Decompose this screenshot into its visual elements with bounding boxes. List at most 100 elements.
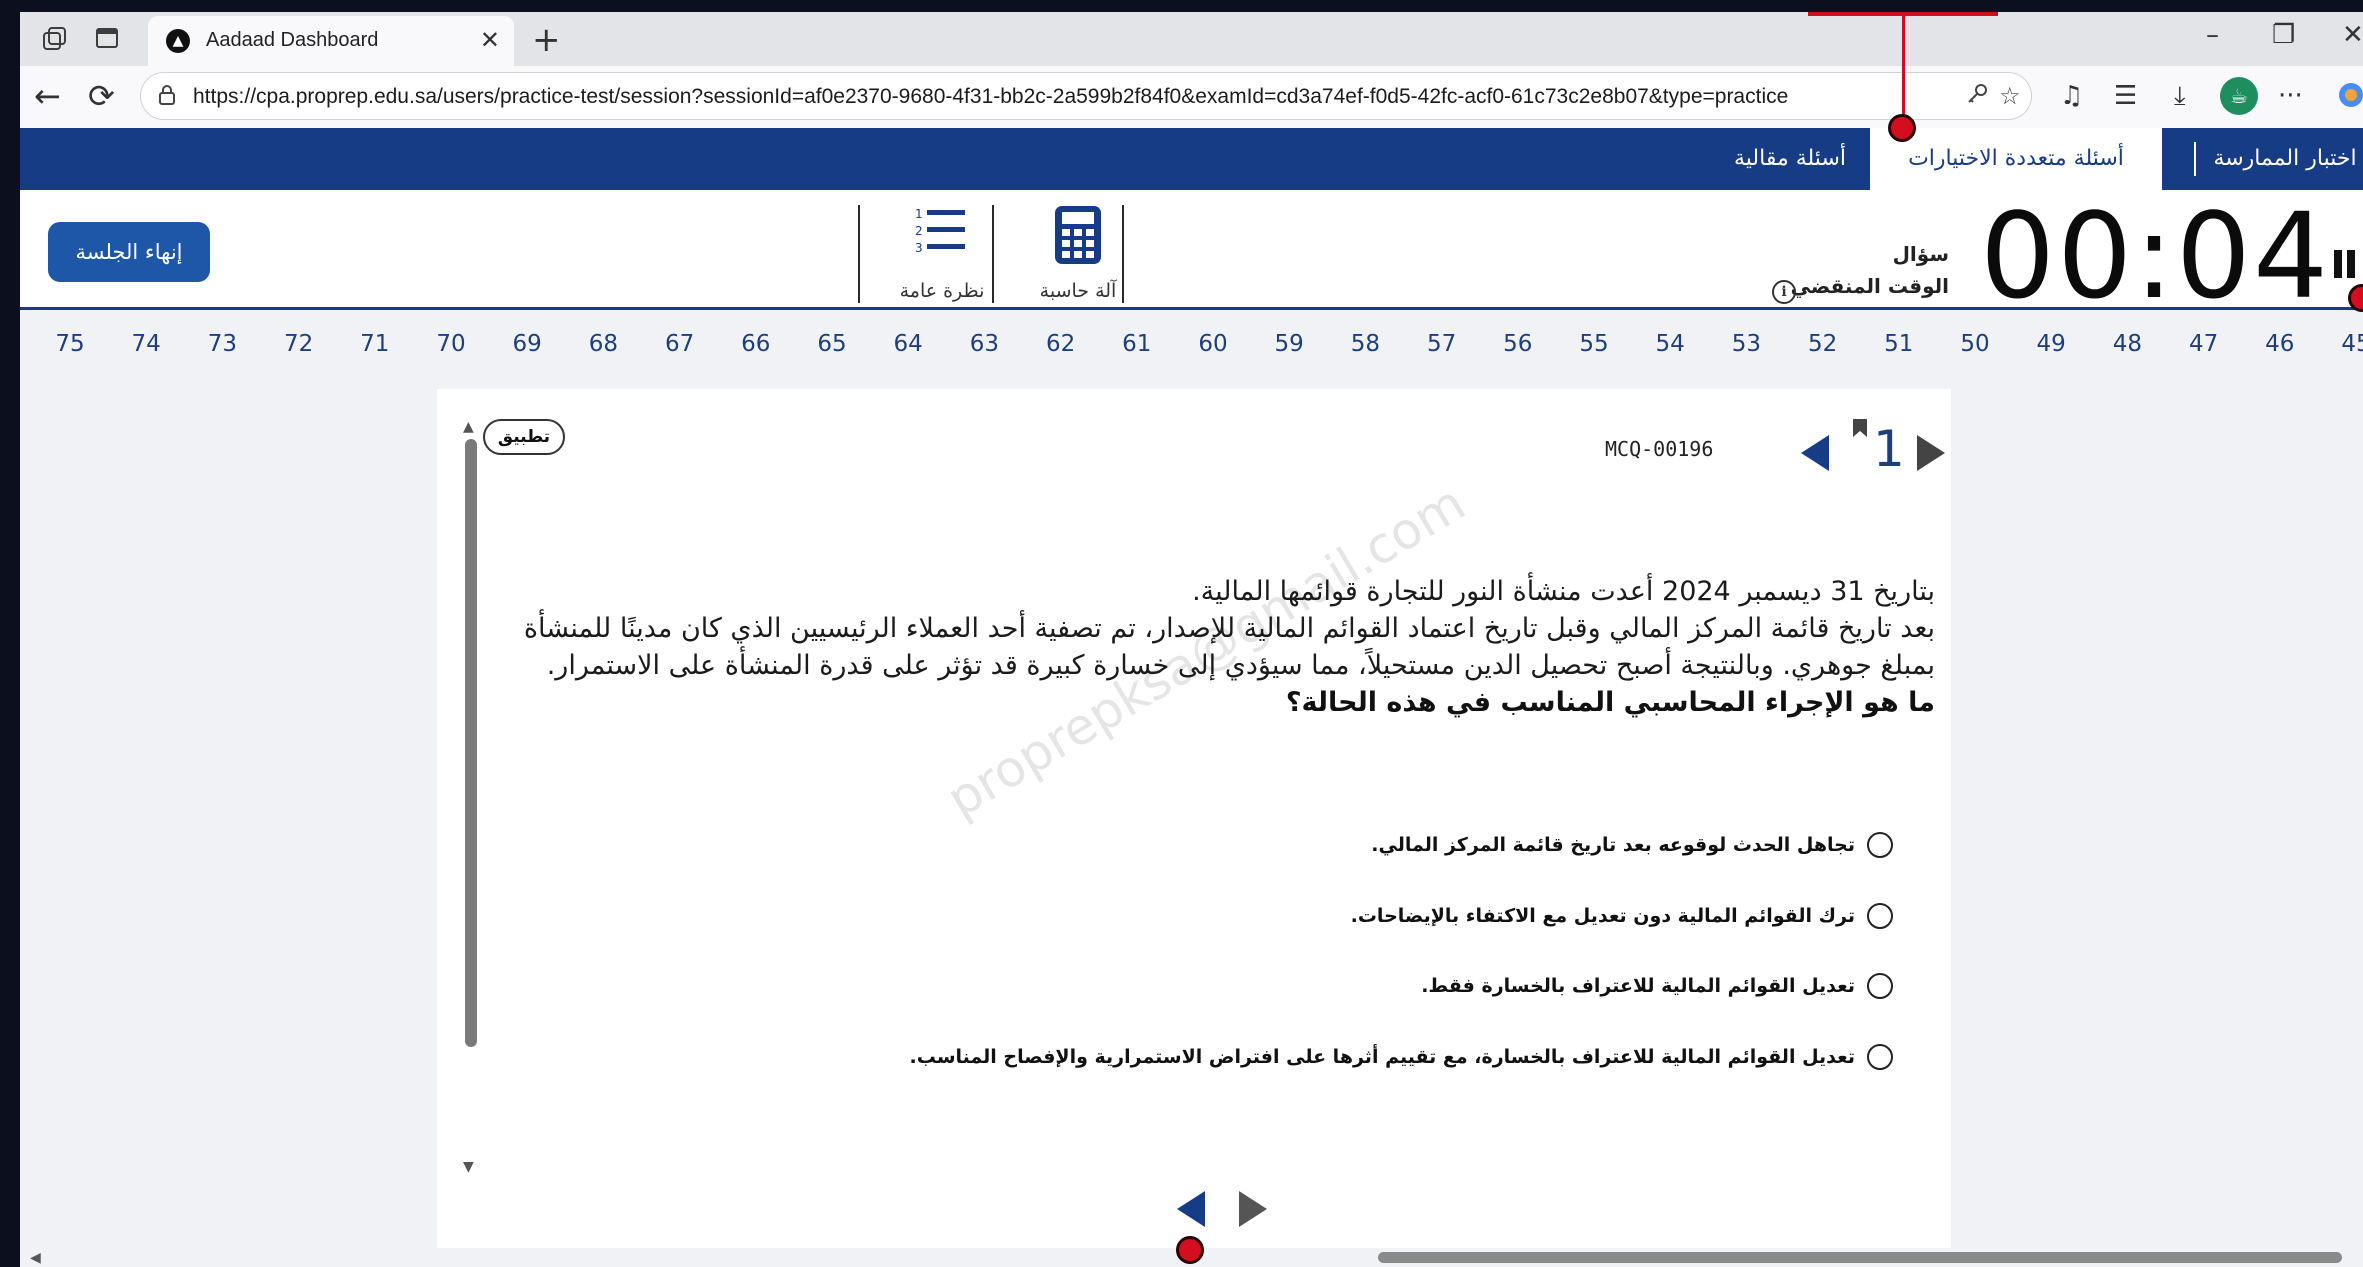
prev-question-icon[interactable]	[1799, 433, 1831, 477]
bottom-next-icon[interactable]	[1237, 1189, 1269, 1233]
radio-button[interactable]	[1867, 1044, 1893, 1070]
pause-icon[interactable]	[2332, 248, 2358, 284]
key-icon[interactable]	[1965, 82, 1989, 112]
url-text[interactable]: https://cpa.proprep.edu.sa/users/practic…	[193, 85, 1788, 109]
calculator-icon	[1053, 206, 1103, 270]
horizontal-scroll-thumb[interactable]	[1378, 1252, 2342, 1263]
question-number-link[interactable]: 50	[1937, 313, 2013, 375]
scroll-up-icon[interactable]: ▲	[463, 419, 474, 435]
answer-option-1[interactable]: تجاهل الحدث لوقوعه بعد تاريخ قائمة المرك…	[1371, 825, 1893, 865]
question-number-link[interactable]: 67	[642, 313, 718, 375]
question-number-link[interactable]: 75	[32, 313, 108, 375]
tab-actions-icon[interactable]	[92, 25, 122, 55]
answer-option-label: ترك القوائم المالية دون تعديل مع الاكتفا…	[1350, 905, 1855, 927]
radio-button[interactable]	[1867, 903, 1893, 929]
next-question-icon[interactable]	[1915, 433, 1947, 477]
favorite-star-icon[interactable]: ☆	[1999, 82, 2021, 110]
calculator-label: آلة حاسبة	[1039, 280, 1117, 302]
bottom-prev-icon[interactable]	[1175, 1189, 1207, 1233]
question-number-strip: 75 74 73 72 71 70 69 68 67 66 65 64 63 62 61 60 59 58 57 56…	[20, 313, 2363, 375]
radio-button[interactable]	[1867, 832, 1893, 858]
end-session-button[interactable]: إنهاء الجلسة	[48, 222, 210, 282]
question-number-link[interactable]: 62	[1023, 313, 1099, 375]
question-number-link[interactable]: 51	[1861, 313, 1937, 375]
question-number-link[interactable]: 57	[1404, 313, 1480, 375]
info-icon[interactable]: i	[1772, 280, 1796, 304]
question-number-link[interactable]: 45	[2318, 313, 2363, 375]
nav-separator	[2194, 142, 2196, 176]
question-number: 1	[1873, 420, 1905, 478]
question-prompt: ما هو الإجراء المحاسبي المناسب في هذه ال…	[1285, 687, 1935, 718]
question-code: MCQ-00196	[1605, 437, 1714, 461]
question-number-link[interactable]: 68	[565, 313, 641, 375]
question-number-link[interactable]: 69	[489, 313, 565, 375]
answer-option-2[interactable]: ترك القوائم المالية دون تعديل مع الاكتفا…	[1351, 896, 1893, 936]
question-number-link[interactable]: 60	[1175, 313, 1251, 375]
scroll-down-icon[interactable]: ▼	[463, 1159, 474, 1175]
flag-icon[interactable]	[1853, 419, 1867, 443]
answer-option-label: تعديل القوائم المالية للاعتراف بالخسارة،…	[909, 1046, 1855, 1068]
difficulty-badge: تطبيق	[483, 419, 565, 455]
timer-question-label: سؤال	[1892, 242, 1949, 266]
tab-mcq[interactable]: أسئلة متعددة الاختيارات	[1870, 128, 2162, 190]
scroll-left-icon[interactable]: ◀	[30, 1250, 41, 1266]
back-icon[interactable]: ←	[34, 78, 61, 114]
reload-icon[interactable]: ⟳	[88, 78, 115, 114]
tab-essay[interactable]: أسئلة مقالية	[1720, 128, 1860, 190]
new-tab-icon[interactable]: +	[532, 20, 561, 60]
window-close-icon[interactable]: ✕	[2342, 20, 2363, 50]
question-number-link[interactable]: 66	[718, 313, 794, 375]
overview-button[interactable]: 1 2 3 نظرة عامة	[882, 204, 1002, 304]
question-number-link[interactable]: 46	[2242, 313, 2318, 375]
answer-option-4[interactable]: تعديل القوائم المالية للاعتراف بالخسارة،…	[910, 1037, 1893, 1077]
question-number-link[interactable]: 49	[2013, 313, 2089, 375]
question-number-link[interactable]: 53	[1708, 313, 1784, 375]
address-toolbar: ← ⟳ https://cpa.proprep.edu.sa/users/pra…	[20, 66, 2363, 128]
svg-text:2: 2	[915, 224, 923, 238]
question-number-link[interactable]: 71	[337, 313, 413, 375]
question-number-link[interactable]: 65	[794, 313, 870, 375]
tool-separator	[992, 205, 994, 303]
question-number-link[interactable]: 48	[2089, 313, 2165, 375]
radio-button[interactable]	[1867, 973, 1893, 999]
question-number-link[interactable]: 61	[1099, 313, 1175, 375]
calculator-button[interactable]: آلة حاسبة	[1018, 204, 1138, 304]
question-number-link[interactable]: 59	[1251, 313, 1327, 375]
extension-avatar-icon[interactable]: ☕	[2220, 77, 2258, 115]
restore-icon[interactable]: ❐	[2272, 20, 2295, 50]
question-number-link[interactable]: 56	[1480, 313, 1556, 375]
question-number-link[interactable]: 47	[2166, 313, 2242, 375]
list-icon: 1 2 3	[913, 207, 971, 262]
question-number-link[interactable]: 52	[1785, 313, 1861, 375]
question-panel: ▲ ▼ تطبيق MCQ-00196 1 proprepksa@gmail.c…	[437, 389, 1951, 1267]
tool-separator	[858, 205, 860, 303]
question-number-link[interactable]: 72	[261, 313, 337, 375]
question-number-link[interactable]: 54	[1632, 313, 1708, 375]
tab-practice-test[interactable]: اختبار الممارسة	[2200, 128, 2363, 190]
browser-tab-active[interactable]: ▲ Aadaad Dashboard ✕	[148, 16, 514, 66]
recording-click-dot	[1888, 114, 1916, 142]
panel-scrollbar[interactable]	[465, 439, 477, 1047]
recording-click-dot	[1176, 1236, 1204, 1264]
question-number-link[interactable]: 58	[1327, 313, 1403, 375]
minimize-icon[interactable]: –	[2206, 20, 2219, 50]
question-number-link[interactable]: 70	[413, 313, 489, 375]
svg-text:3: 3	[915, 241, 923, 255]
question-number-link[interactable]: 73	[184, 313, 260, 375]
question-line-2: بعد تاريخ قائمة المركز المالي وقبل تاريخ…	[523, 613, 1935, 681]
copilot-icon[interactable]	[2336, 80, 2363, 118]
lock-icon[interactable]	[155, 84, 179, 108]
collections-icon[interactable]	[40, 25, 70, 55]
question-number-link[interactable]: 63	[946, 313, 1022, 375]
read-aloud-icon[interactable]: ♫	[2060, 80, 2083, 112]
more-icon[interactable]: ···	[2278, 80, 2303, 112]
question-number-link[interactable]: 64	[870, 313, 946, 375]
download-icon[interactable]: ⤓	[2174, 80, 2186, 112]
url-bar[interactable]: https://cpa.proprep.edu.sa/users/practic…	[140, 72, 2032, 120]
answer-option-3[interactable]: تعديل القوائم المالية للاعتراف بالخسارة …	[1421, 966, 1893, 1006]
tab-close-icon[interactable]: ✕	[480, 26, 500, 54]
favorites-list-icon[interactable]: ☰	[2114, 80, 2137, 112]
question-number-link[interactable]: 55	[1556, 313, 1632, 375]
question-text: بتاريخ 31 ديسمبر 2024 أعدت منشأة النور ل…	[509, 573, 1935, 721]
question-number-link[interactable]: 74	[108, 313, 184, 375]
